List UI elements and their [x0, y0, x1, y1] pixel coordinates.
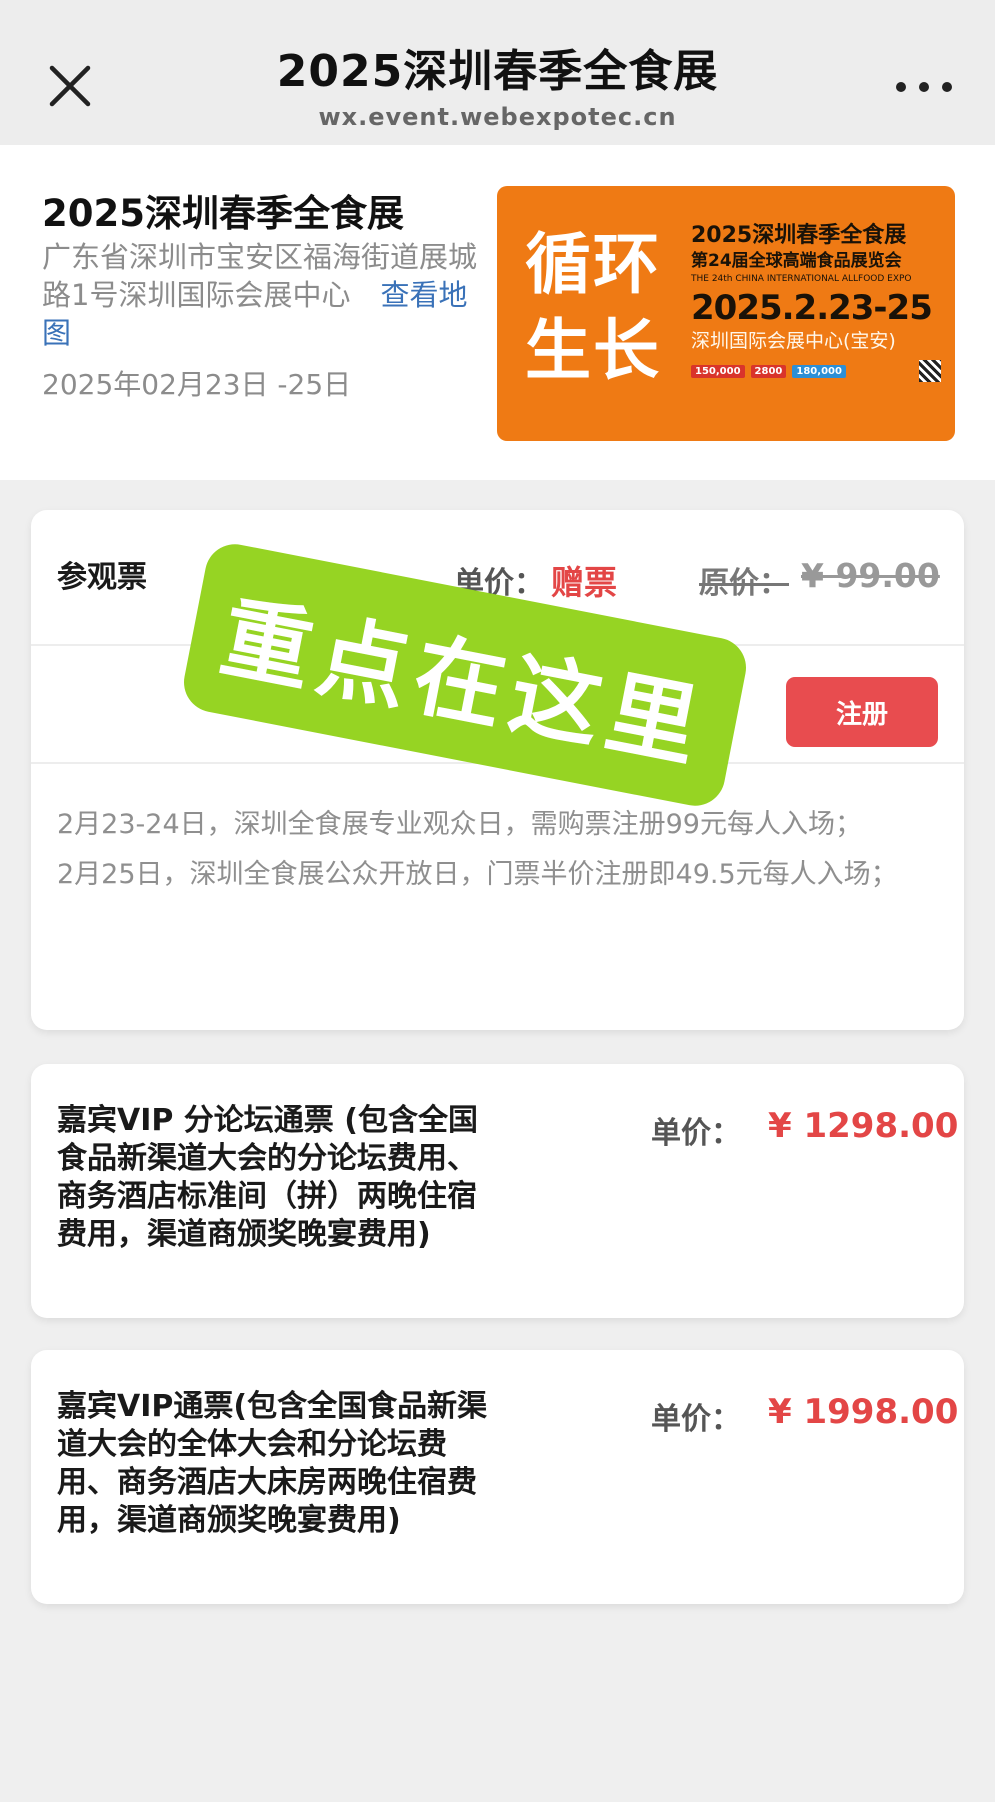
poster-dates: 2025.2.23-25 — [691, 288, 933, 328]
dot — [942, 82, 952, 92]
poster-slogan: 循环生长 — [525, 226, 661, 389]
event-header: 2025深圳春季全食展 广东省深圳市宝安区福海街道展城路1号深圳国际会展中心 查看… — [0, 145, 995, 480]
ticket-name: 嘉宾VIP通票(包含全国食品新渠道大会的全体大会和分论坛费用、商务酒店大床房两晚… — [57, 1389, 488, 1538]
poster-title: 2025深圳春季全食展 — [691, 223, 907, 248]
ticket-price: ¥ 1298.00 — [768, 1106, 959, 1146]
original-price: ¥ 99.00 — [801, 556, 940, 595]
poster-info: 2025深圳春季全食展 第24届全球高端食品展览会 THE 24th CHINA… — [691, 222, 941, 382]
event-address: 广东省深圳市宝安区福海街道展城路1号深圳国际会展中心 查看地图 — [42, 238, 482, 352]
original-price-label: 原价： — [699, 566, 789, 601]
register-button[interactable]: 注册 — [786, 677, 938, 747]
poster-stats: 150,000 2800 180,000 — [691, 360, 941, 382]
ticket-card-vip-full[interactable]: 嘉宾VIP通票(包含全国食品新渠道大会的全体大会和分论坛费用、商务酒店大床房两晚… — [31, 1350, 964, 1604]
ticket-note: 2月23-24日，深圳全食展专业观众日，需购票注册99元每人入场； — [57, 809, 862, 840]
poster-venue: 深圳国际会展中心(宝安) — [691, 330, 896, 352]
qr-code-icon — [919, 360, 941, 382]
ticket-name: 参观票 — [57, 560, 147, 595]
ticket-price: 赠票 — [551, 563, 617, 602]
event-name: 2025深圳春季全食展 — [42, 192, 404, 235]
dot — [896, 82, 906, 92]
ticket-name: 嘉宾VIP 分论坛通票 (包含全国食品新渠道大会的分论坛费用、商务酒店标准间（拼… — [57, 1103, 478, 1252]
price-label: 单价： — [651, 1116, 741, 1151]
event-date: 2025年02月23日 -25日 — [42, 368, 352, 401]
poster-english: THE 24th CHINA INTERNATIONAL ALLFOOD EXP… — [691, 274, 912, 284]
nav-bar: 2025深圳春季全食展 wx.event.webexpotec.cn — [0, 0, 995, 145]
ticket-price: ¥ 1998.00 — [768, 1392, 959, 1432]
page-url: wx.event.webexpotec.cn — [318, 103, 677, 131]
event-poster[interactable]: 循环生长 2025深圳春季全食展 第24届全球高端食品展览会 THE 24th … — [497, 186, 955, 441]
price-label: 单价： — [651, 1402, 741, 1437]
ticket-card-vip-forum[interactable]: 嘉宾VIP 分论坛通票 (包含全国食品新渠道大会的分论坛费用、商务酒店标准间（拼… — [31, 1064, 964, 1318]
poster-subtitle: 第24届全球高端食品展览会 — [691, 251, 902, 271]
ticket-notes: 2月23-24日，深圳全食展专业观众日，需购票注册99元每人入场； 2月25日，… — [57, 800, 937, 900]
page-title: 2025深圳春季全食展 — [276, 46, 719, 97]
ticket-card-visitor: 参观票 单价： 赠票 原价： ¥ 99.00 注册 2月23-24日，深圳全食展… — [31, 510, 964, 1030]
poster-stat: 150,000 — [691, 364, 745, 378]
more-dots-icon[interactable] — [896, 70, 952, 104]
dot — [919, 82, 929, 92]
nav-title-group: 2025深圳春季全食展 wx.event.webexpotec.cn — [0, 44, 995, 132]
poster-stat: 180,000 — [792, 364, 846, 378]
poster-stat: 2800 — [750, 364, 787, 378]
ticket-note: 2月25日，深圳全食展公众开放日，门票半价注册即49.5元每人入场； — [57, 859, 898, 890]
